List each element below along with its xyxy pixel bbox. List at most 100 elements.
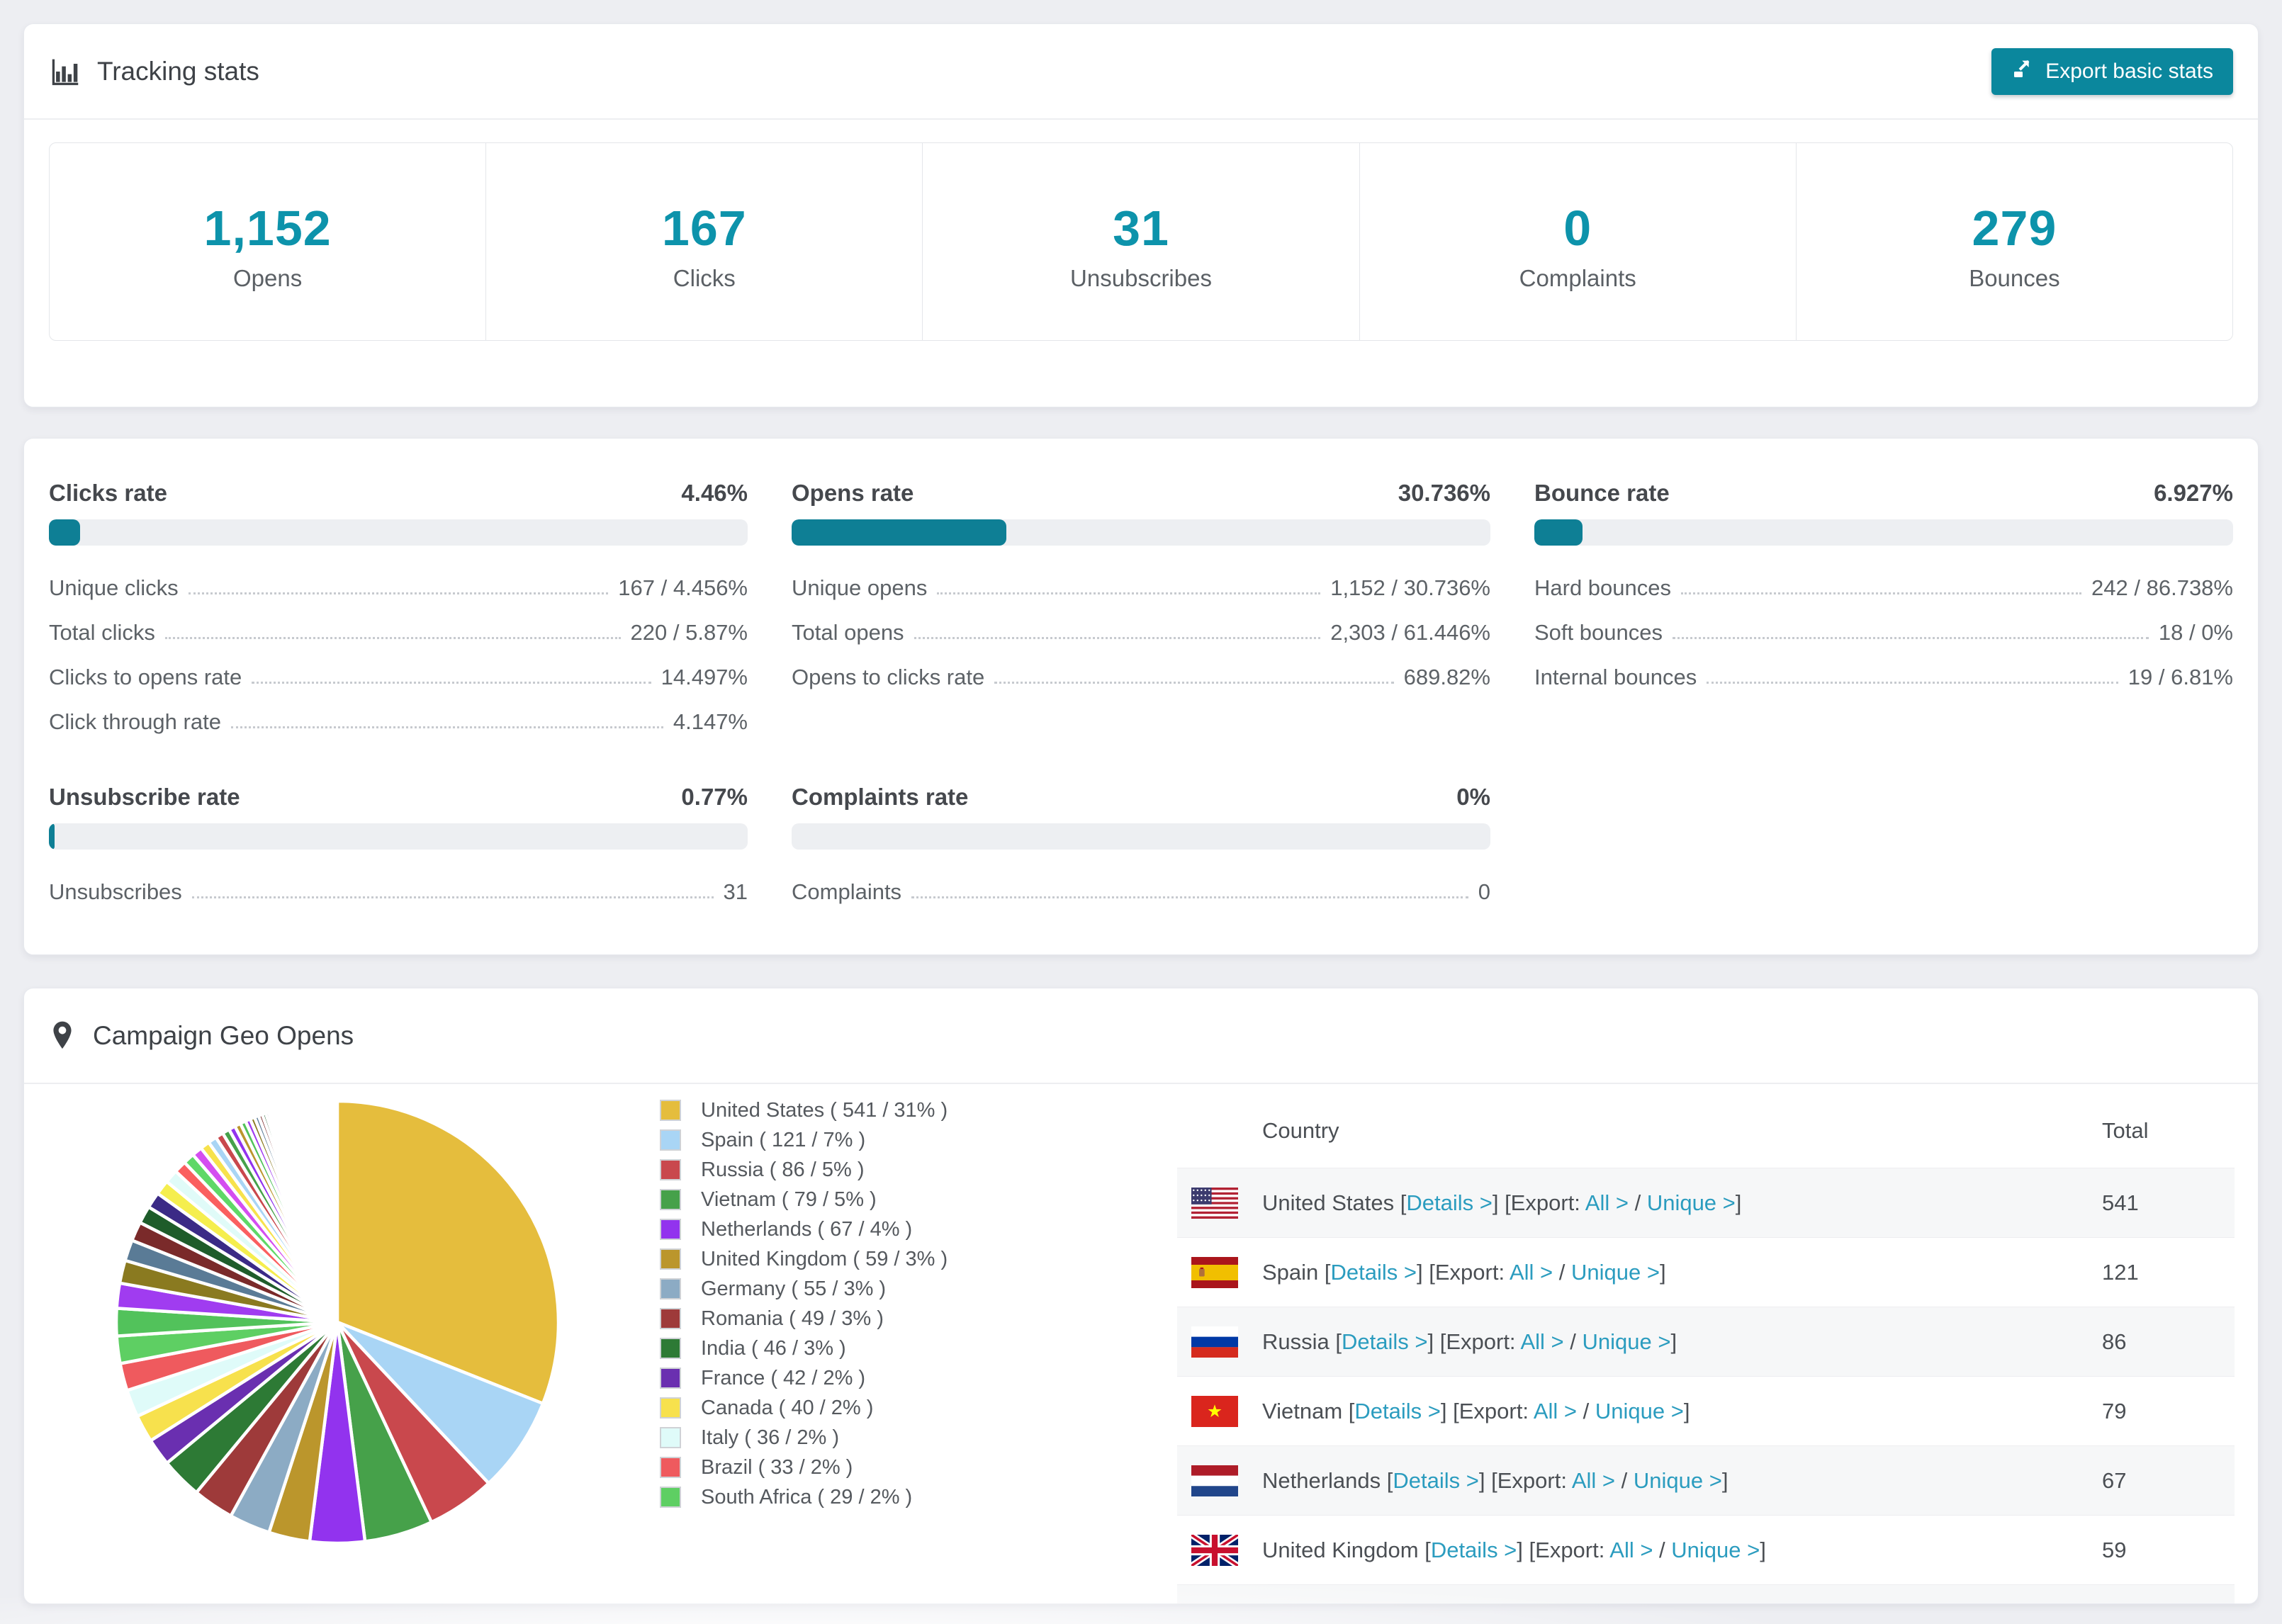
export-unique-link[interactable]: Unique > xyxy=(1595,1399,1684,1423)
stats-strip: 1,152 Opens 167 Clicks 31 Unsubscribes 0 Compla… xyxy=(49,142,2233,341)
stat-label: Unsubscribes xyxy=(1070,265,1212,291)
rate-detail-row: Hard bounces 242 / 86.738% xyxy=(1534,575,2233,601)
export-label: [Export: xyxy=(1491,1467,1572,1493)
rate-detail-value: 18 / 0% xyxy=(2158,620,2233,645)
rate-section-complaints-rate: Complaints rate 0% Complaints 0 xyxy=(792,784,1490,924)
details-link[interactable]: Details > xyxy=(1331,1260,1417,1285)
dotted-leader xyxy=(188,592,609,594)
rate-detail-rows: Unsubscribes 31 xyxy=(49,879,748,905)
export-label: [Export: xyxy=(1439,1329,1521,1354)
geo-table-row-ru: Russia [Details >] [Export: All > / Uniq… xyxy=(1177,1307,2235,1376)
legend-item-india: India ( 46 / 3% ) xyxy=(660,1337,948,1360)
geo-title: Campaign Geo Opens xyxy=(93,1020,354,1050)
rate-detail-label: Internal bounces xyxy=(1534,665,1697,689)
rate-detail-value: 242 / 86.738% xyxy=(2091,575,2233,600)
rate-detail-value: 14.497% xyxy=(661,665,748,689)
export-unique-link[interactable]: Unique > xyxy=(1634,1468,1722,1493)
total-cell: 121 xyxy=(2102,1259,2139,1285)
legend-swatch xyxy=(660,1189,681,1210)
rate-progress-fill xyxy=(1534,519,1583,546)
rate-value: 6.927% xyxy=(2154,480,2233,506)
legend-swatch xyxy=(660,1129,681,1151)
rate-detail-label: Unique opens xyxy=(792,575,928,600)
country-name: United Kingdom xyxy=(1262,1537,1425,1562)
country-cell: United Kingdom [Details >] [Export: All … xyxy=(1262,1538,2102,1563)
total-cell: 67 xyxy=(2102,1467,2127,1493)
geo-legend: United States ( 541 / 31% ) Spain ( 121 /… xyxy=(660,1099,948,1516)
export-unique-link[interactable]: Unique > xyxy=(1671,1538,1760,1562)
geo-table-row-es: Spain [Details >] [Export: All > / Uniqu… xyxy=(1177,1237,2235,1307)
export-all-link[interactable]: All > xyxy=(1609,1538,1653,1562)
tracking-stats-card: Tracking stats Export basic stats 1,152 O… xyxy=(23,23,2259,407)
geo-table-row-gb: United Kingdom [Details >] [Export: All … xyxy=(1177,1515,2235,1584)
country-name: Spain xyxy=(1262,1259,1325,1285)
legend-swatch xyxy=(660,1368,681,1389)
export-all-link[interactable]: All > xyxy=(1534,1399,1577,1423)
stat-cell-unsubscribes: 31 Unsubscribes xyxy=(922,143,1359,340)
dotted-leader xyxy=(191,896,714,898)
rate-section-unsubscribe-rate: Unsubscribe rate 0.77% Unsubscribes 31 xyxy=(49,784,748,924)
bracket: ] xyxy=(1517,1537,1529,1562)
rate-title: Complaints rate xyxy=(792,784,969,810)
legend-swatch xyxy=(660,1457,681,1478)
country-cell: United States [Details >] [Export: All >… xyxy=(1262,1190,2102,1216)
export-unique-link[interactable]: Unique > xyxy=(1571,1260,1660,1285)
flag-cell xyxy=(1191,1534,1262,1566)
bracket: ] xyxy=(1670,1329,1677,1354)
legend-swatch xyxy=(660,1248,681,1270)
page-title: Tracking stats xyxy=(97,56,259,86)
bracket: [ xyxy=(1424,1537,1431,1562)
dotted-leader xyxy=(230,726,663,728)
export-basic-stats-button[interactable]: Export basic stats xyxy=(1991,47,2233,95)
geo-table-row-nl: Netherlands [Details >] [Export: All > /… xyxy=(1177,1445,2235,1515)
flag-cell xyxy=(1191,1395,1262,1427)
legend-item-united-states: United States ( 541 / 31% ) xyxy=(660,1099,948,1122)
rate-detail-label: Unsubscribes xyxy=(49,879,182,904)
gb-flag-icon xyxy=(1191,1534,1238,1566)
separator: / xyxy=(1553,1259,1571,1285)
legend-label: France ( 42 / 2% ) xyxy=(701,1366,866,1389)
export-all-link[interactable]: All > xyxy=(1585,1190,1629,1215)
export-all-link[interactable]: All > xyxy=(1510,1260,1553,1285)
es-flag-icon xyxy=(1191,1256,1238,1288)
rate-value: 30.736% xyxy=(1398,480,1490,506)
rate-detail-label: Soft bounces xyxy=(1534,620,1663,645)
legend-label: Romania ( 49 / 3% ) xyxy=(701,1307,884,1330)
dotted-leader xyxy=(1707,682,2118,684)
country-cell: Vietnam [Details >] [Export: All > / Uni… xyxy=(1262,1399,2102,1424)
details-link[interactable]: Details > xyxy=(1342,1329,1427,1354)
export-unique-link[interactable]: Unique > xyxy=(1582,1329,1670,1354)
flag-cell xyxy=(1191,1604,1262,1605)
rate-head: Bounce rate 6.927% xyxy=(1534,480,2233,507)
rate-progress-track xyxy=(792,519,1490,546)
rate-detail-row: Internal bounces 19 / 6.81% xyxy=(1534,665,2233,690)
rate-progress-fill xyxy=(49,519,80,546)
rate-section-clicks-rate: Clicks rate 4.46% Unique clicks 167 / 4.456… xyxy=(49,480,748,754)
rate-detail-row: Complaints 0 xyxy=(792,879,1490,905)
rates-card: Clicks rate 4.46% Unique clicks 167 / 4.456… xyxy=(23,438,2259,955)
stat-value: 279 xyxy=(1972,201,2057,256)
separator: / xyxy=(1563,1329,1583,1354)
export-all-link[interactable]: All > xyxy=(1572,1468,1615,1493)
rate-detail-row: Unique clicks 167 / 4.456% xyxy=(49,575,748,601)
export-all-link[interactable]: All > xyxy=(1520,1329,1563,1354)
country-name: Netherlands xyxy=(1262,1467,1387,1493)
rate-detail-row: Total clicks 220 / 5.87% xyxy=(49,620,748,645)
export-label: [Export: xyxy=(1505,1190,1585,1215)
dotted-leader xyxy=(252,682,651,684)
campaign-geo-opens-card: Campaign Geo Opens United States ( 541 /… xyxy=(23,988,2259,1604)
stat-label: Bounces xyxy=(1969,265,2060,291)
details-link[interactable]: Details > xyxy=(1431,1538,1517,1562)
country-name: United States xyxy=(1262,1190,1400,1215)
separator: / xyxy=(1628,1190,1647,1215)
details-link[interactable]: Details > xyxy=(1354,1399,1440,1423)
legend-item-brazil: Brazil ( 33 / 2% ) xyxy=(660,1456,948,1479)
geo-pie-chart[interactable] xyxy=(111,1088,564,1556)
rate-head: Unsubscribe rate 0.77% xyxy=(49,784,748,811)
details-link[interactable]: Details > xyxy=(1406,1190,1492,1215)
stat-label: Clicks xyxy=(673,265,736,291)
bracket: ] xyxy=(1721,1467,1729,1493)
legend-swatch xyxy=(660,1338,681,1359)
export-unique-link[interactable]: Unique > xyxy=(1647,1190,1736,1215)
details-link[interactable]: Details > xyxy=(1393,1468,1478,1493)
